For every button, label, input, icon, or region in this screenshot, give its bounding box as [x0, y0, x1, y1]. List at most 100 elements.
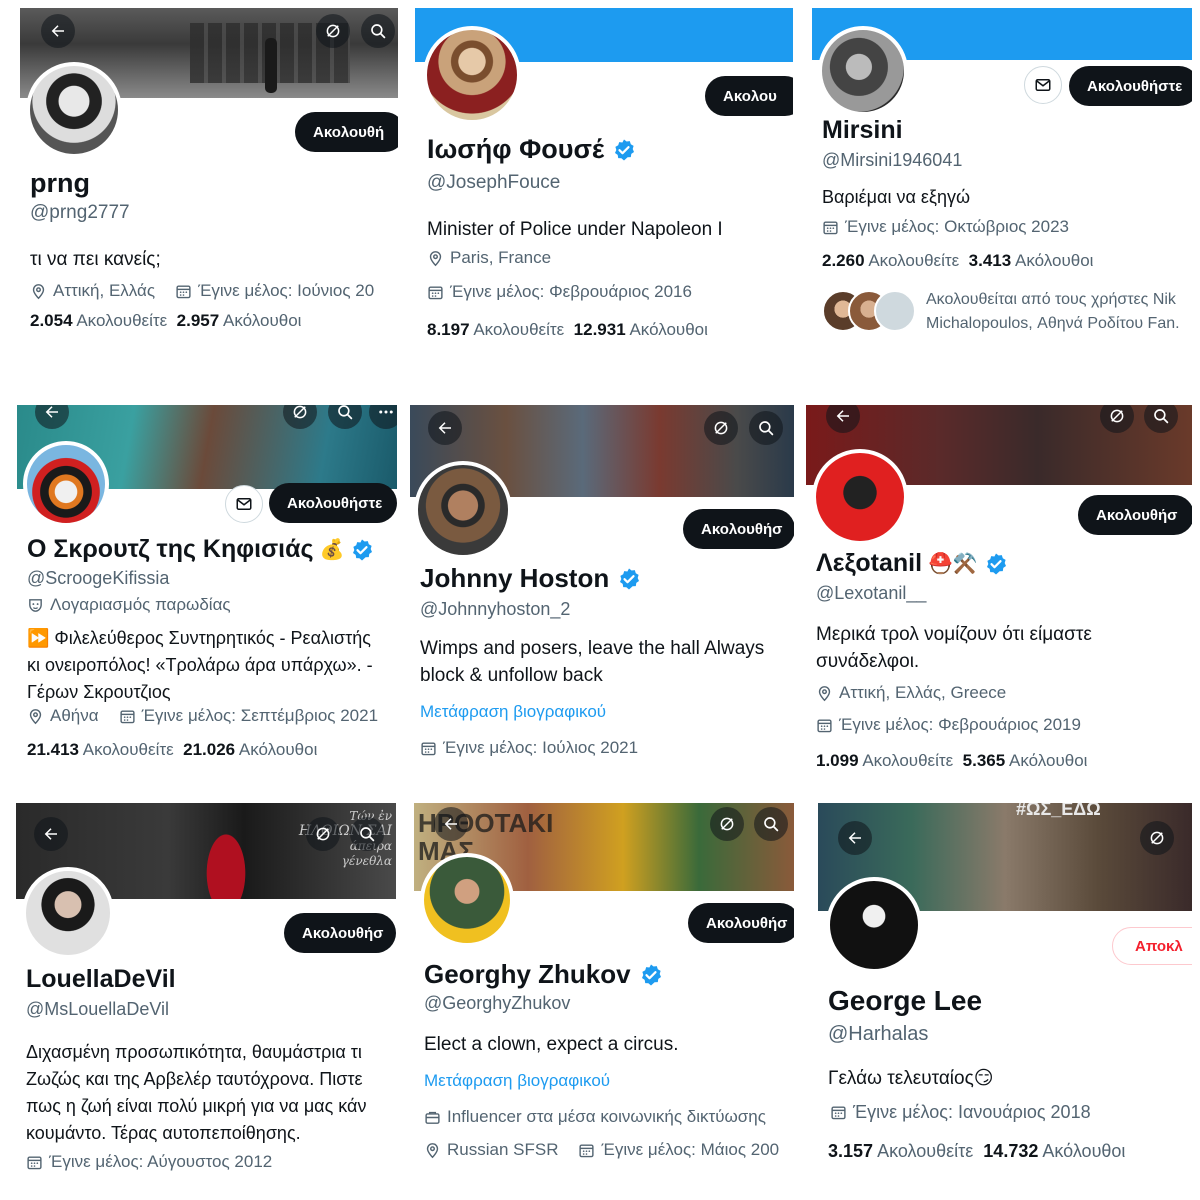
verified-badge-icon [350, 538, 374, 562]
following-count[interactable]: 2.260 [822, 251, 865, 270]
follow-stats: 3.157 Ακολουθείτε 14.732 Ακόλουθοι [828, 1141, 1126, 1161]
follow-button[interactable]: Ακολουθή [295, 112, 398, 152]
avatar[interactable] [818, 26, 908, 116]
block-button[interactable]: Αποκλ [1112, 927, 1192, 965]
profile-meta-joined: Έγινε μέλος: Φεβρουάριος 2016 [427, 282, 692, 302]
followed-by-text[interactable]: Ακολουθείται από τους χρήστες Nik Michal… [926, 288, 1180, 336]
grok-icon [324, 22, 342, 40]
display-name: Ο Σκρουτζ της Κηφισιάς 💰 [27, 535, 374, 564]
follow-button[interactable]: Ακολου [705, 76, 793, 116]
location-pin-icon [816, 685, 833, 702]
translate-bio-link[interactable]: Μετάφραση βιογραφικού [424, 1071, 610, 1091]
back-arrow-icon [49, 22, 67, 40]
avatar[interactable] [812, 449, 908, 545]
message-button[interactable] [1024, 66, 1062, 104]
grok-icon [291, 405, 309, 421]
username: @JosephFouce [427, 172, 561, 193]
bio: ⏩ Φιλελεύθερος Συντηρητικός - Ρεαλιστής … [27, 628, 373, 702]
translate-bio-link[interactable]: Μετάφραση βιογραφικού [420, 702, 606, 722]
display-name: Johnny Hoston [420, 563, 641, 594]
calendar-icon [578, 1142, 595, 1159]
avatar [874, 290, 916, 332]
followers-count[interactable]: 12.931 [574, 320, 626, 339]
following-count[interactable]: 21.413 [27, 740, 79, 759]
calendar-icon [420, 740, 437, 757]
avatar[interactable] [826, 877, 922, 973]
grok-button[interactable] [306, 817, 340, 851]
grok-button[interactable] [316, 14, 350, 48]
username: @Harhalas [828, 1023, 929, 1045]
profile-card-fouche: Ακολου Ιωσήφ Φουσέ @JosephFouce Minister… [415, 8, 793, 348]
avatar[interactable] [420, 853, 514, 947]
follow-button[interactable]: Ακολουθήσ [1078, 495, 1192, 535]
following-count[interactable]: 3.157 [828, 1141, 873, 1161]
username: @Johnnyhoston_2 [420, 599, 571, 619]
follow-button[interactable]: Ακολουθήστε [269, 483, 397, 523]
profile-card-lexotanil: Ακολουθήσ Λεξοtanil ⛑️⚒️ @Lexotanil__ Με… [806, 405, 1192, 775]
username: @GeorghyZhukov [424, 993, 571, 1013]
grok-button[interactable] [1140, 821, 1174, 855]
back-button[interactable] [34, 817, 68, 851]
username: @Mirsini1946041 [822, 150, 963, 170]
grok-button[interactable] [710, 807, 744, 841]
location-pin-icon [30, 283, 47, 300]
profile-card-georghy-zhukov: ΗΡΘΟΤΑΚΙ ΜΑΣ Ακολουθήσ Georghy Zhukov @G… [414, 803, 794, 1183]
bio: Βαριέμαι να εξηγώ [822, 187, 971, 207]
followers-count[interactable]: 14.732 [983, 1141, 1038, 1161]
avatar[interactable] [423, 26, 521, 124]
back-arrow-icon [442, 815, 460, 833]
join-date: Έγινε μέλος: Αύγουστος 2012 [49, 1152, 273, 1171]
bio: Elect a clown, expect a circus. [424, 1034, 679, 1055]
follow-button[interactable]: Ακολουθήσ [688, 903, 794, 943]
avatar[interactable] [414, 461, 512, 559]
back-button[interactable] [428, 411, 462, 445]
avatar[interactable] [23, 441, 109, 527]
follow-button[interactable]: Ακολουθήστε [1069, 66, 1192, 106]
search-button[interactable] [361, 14, 395, 48]
grok-icon [712, 419, 730, 437]
back-arrow-icon [43, 405, 61, 421]
search-button[interactable] [754, 807, 788, 841]
follow-button[interactable]: Ακολουθήσ [284, 913, 396, 953]
following-count[interactable]: 8.197 [427, 320, 470, 339]
join-date: Έγινε μέλος: Οκτώβριος 2023 [845, 217, 1070, 236]
profile-meta: Αττική, Ελλάς Έγινε μέλος: Ιούνιος 20 [30, 281, 374, 301]
avatar[interactable] [22, 867, 114, 959]
followers-count[interactable]: 3.413 [969, 251, 1012, 270]
avatar[interactable] [26, 62, 122, 158]
profile-card-mirsini: Ακολουθήστε Mirsini @Mirsini1946041 Βαρι… [812, 8, 1192, 348]
parody-mask-icon [27, 597, 44, 614]
profile-card-scrooge: Ακολουθήστε Ο Σκρουτζ της Κηφισιάς 💰 @Sc… [17, 405, 397, 775]
message-button[interactable] [225, 485, 263, 523]
profile-meta-joined: Έγινε μέλος: Αύγουστος 2012 [26, 1152, 272, 1172]
search-button[interactable] [749, 411, 783, 445]
grok-button[interactable] [704, 411, 738, 445]
bio: Wimps and posers, leave the hall Always … [420, 638, 765, 686]
verified-badge-icon [617, 567, 641, 591]
back-button[interactable] [41, 14, 75, 48]
back-button[interactable] [838, 821, 872, 855]
grok-icon [1148, 829, 1166, 847]
banner-figure [196, 813, 256, 899]
profile-meta-joined: Έγινε μέλος: Ιούλιος 2021 [420, 738, 638, 758]
followers-count[interactable]: 5.365 [963, 751, 1006, 770]
followers-count[interactable]: 2.957 [177, 311, 220, 330]
verified-badge-icon [639, 963, 663, 987]
username: @Lexotanil__ [816, 583, 927, 603]
grok-icon [1108, 407, 1126, 425]
location: Αττική, Ελλάς, Greece [839, 683, 1007, 702]
follow-button[interactable]: Ακολουθήσ [683, 509, 794, 549]
followers-count[interactable]: 21.026 [183, 740, 235, 759]
location-pin-icon [424, 1142, 441, 1159]
back-button[interactable] [434, 807, 468, 841]
search-button[interactable] [350, 817, 384, 851]
mail-icon [235, 495, 253, 513]
profile-card-prng: Ακολουθή prng @prng2777 τι να πει κανείς… [20, 8, 398, 348]
followed-by-avatars[interactable] [822, 290, 918, 332]
display-name: George Lee [828, 985, 983, 1016]
following-count[interactable]: 2.054 [30, 311, 73, 330]
location-pin-icon [427, 250, 444, 267]
profile-card-george-lee: #ΩΣ_ΕΔΩ Αποκλ George Lee @Harhalas Γελάω… [818, 803, 1192, 1183]
display-name: LouellaDeVil [26, 965, 176, 993]
following-count[interactable]: 1.099 [816, 751, 859, 770]
